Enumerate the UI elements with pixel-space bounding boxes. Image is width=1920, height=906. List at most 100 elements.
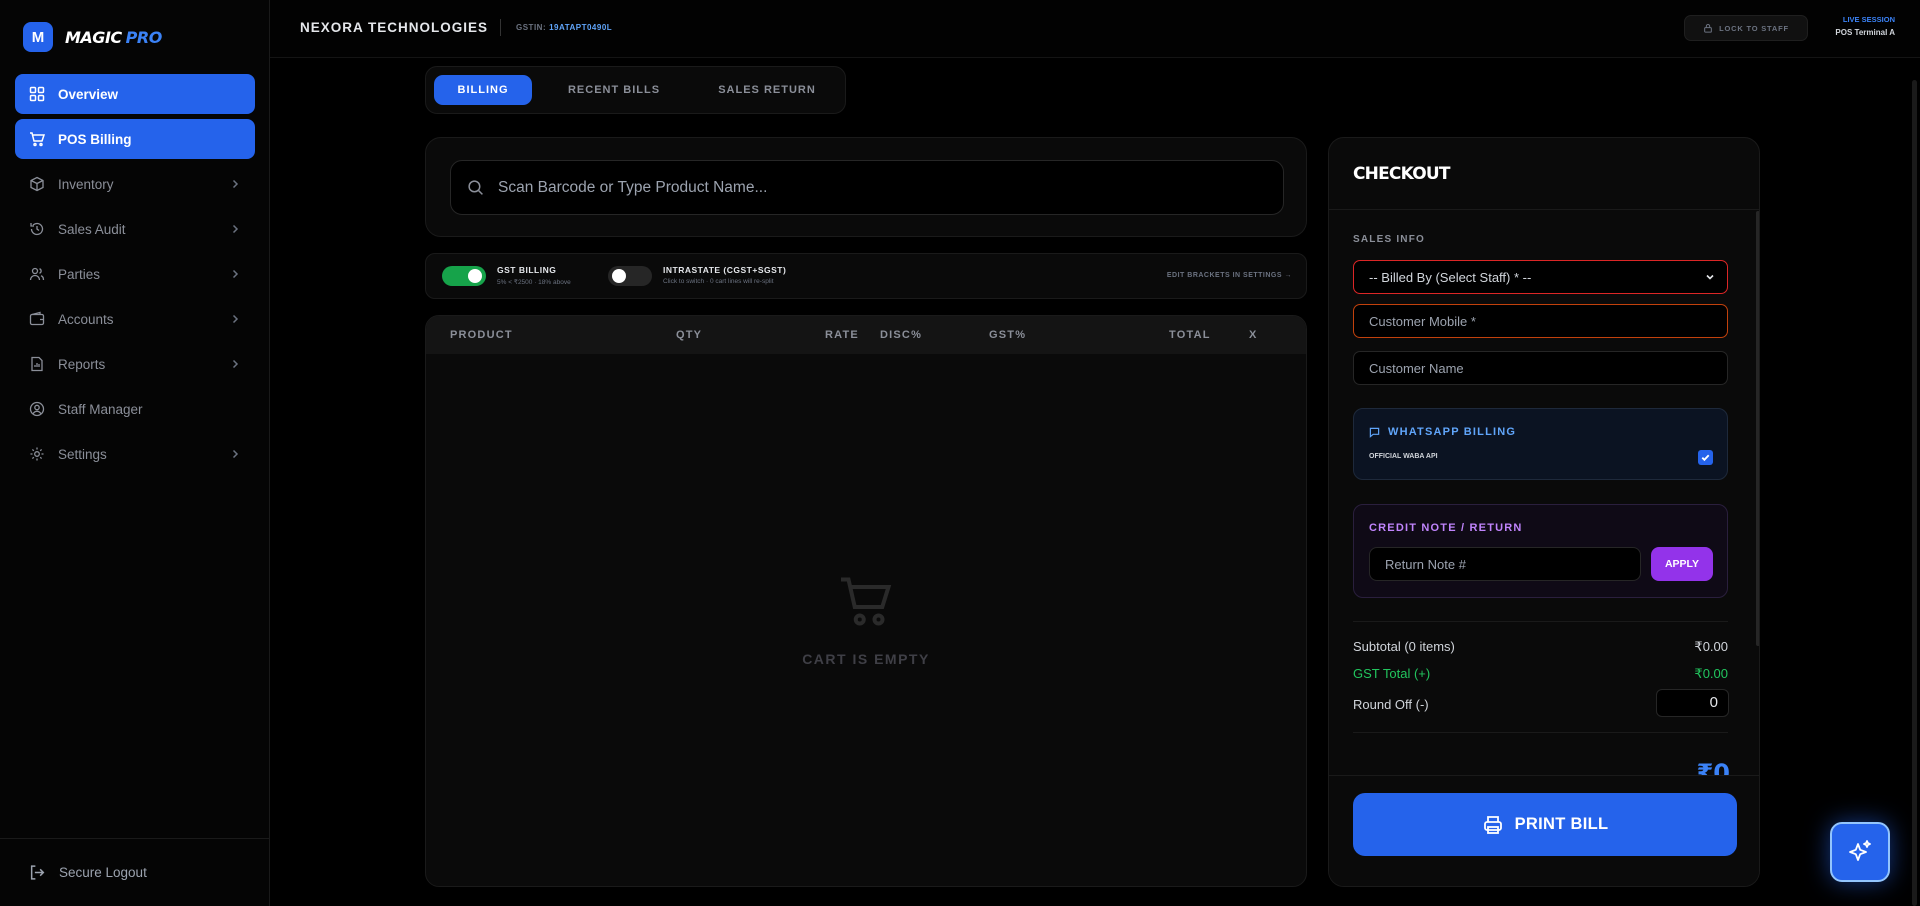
apply-button[interactable]: APPLY [1651, 547, 1713, 581]
print-bill-label: PRINT BILL [1514, 815, 1609, 833]
app-root: M MAGIC PRO Overview POS Billing Inventor… [0, 0, 1920, 906]
chevron-right-icon [232, 224, 239, 234]
sidebar: M MAGIC PRO Overview POS Billing Inventor… [0, 0, 270, 906]
checkout-scrollbar[interactable] [1756, 211, 1759, 646]
lock-to-staff-button[interactable]: LOCK TO STAFF [1684, 15, 1808, 41]
edit-brackets-link[interactable]: EDIT BRACKETS IN SETTINGS → [1167, 272, 1292, 279]
brand-name: MAGIC PRO [65, 28, 162, 47]
whatsapp-billing-label: WHATSAPP BILLING [1388, 426, 1517, 438]
product-search-input[interactable] [498, 178, 1278, 197]
tab-sales-return[interactable]: SALES RETURN [696, 75, 838, 105]
cart-header: PRODUCT QTY RATE DISC% GST% TOTAL X [426, 316, 1306, 354]
empty-cart-state: CART IS EMPTY [426, 572, 1306, 667]
secure-logout-button[interactable]: Secure Logout [0, 838, 270, 906]
chevron-right-icon [232, 269, 239, 279]
sidebar-item-label: Parties [58, 266, 101, 282]
whatsapp-billing-card: WHATSAPP BILLING OFFICIAL WABA API [1353, 408, 1728, 480]
sidebar-item-label: Sales Audit [58, 221, 126, 237]
page-scrollbar[interactable] [1912, 80, 1917, 906]
sidebar-item-label: Overview [58, 86, 119, 102]
printer-icon [1483, 815, 1502, 834]
whatsapp-billing-title: WHATSAPP BILLING [1369, 426, 1516, 438]
col-total: TOTAL [1169, 329, 1211, 341]
tab-billing[interactable]: BILLING [434, 75, 532, 105]
sidebar-item-label: Settings [58, 446, 107, 462]
customer-name-field[interactable]: Customer Name [1353, 351, 1728, 385]
secure-logout-label: Secure Logout [59, 865, 147, 880]
round-off-label: Round Off (-) [1353, 697, 1429, 712]
sparkles-icon [1849, 840, 1871, 861]
gstin-label: GSTIN: [516, 23, 547, 32]
whatsapp-billing-checkbox[interactable] [1698, 450, 1713, 465]
sidebar-item-overview[interactable]: Overview [15, 74, 255, 114]
credit-note-card: CREDIT NOTE / RETURN Return Note # APPLY [1353, 504, 1728, 598]
billed-by-select[interactable]: -- Billed By (Select Staff) * -- [1353, 260, 1728, 294]
history-icon [29, 221, 45, 237]
cart-icon [29, 131, 45, 147]
sidebar-item-label: POS Billing [58, 131, 132, 147]
billing-options-bar: GST BILLING 5% < ₹2500 · 18% above INTRA… [425, 253, 1307, 299]
print-bill-button[interactable]: PRINT BILL [1353, 793, 1737, 856]
sales-info-heading: SALES INFO [1353, 234, 1426, 245]
round-off-input[interactable]: 0 [1656, 689, 1729, 717]
col-remove: X [1249, 329, 1258, 341]
credit-note-title: CREDIT NOTE / RETURN [1369, 522, 1523, 534]
sidebar-item-reports[interactable]: Reports [15, 344, 255, 384]
sidebar-item-accounts[interactable]: Accounts [15, 299, 255, 339]
gst-billing-toggle[interactable] [442, 266, 486, 286]
sidebar-item-sales-audit[interactable]: Sales Audit [15, 209, 255, 249]
ai-assistant-button[interactable] [1830, 822, 1890, 882]
billing-tabs: BILLING RECENT BILLS SALES RETURN [425, 66, 846, 114]
sidebar-item-label: Accounts [58, 311, 114, 327]
sidebar-item-label: Staff Manager [58, 401, 143, 417]
empty-cart-icon [841, 577, 892, 626]
checkout-panel: CHECKOUT SALES INFO -- Billed By (Select… [1328, 137, 1760, 887]
gst-total-label: GST Total (+) [1353, 666, 1431, 681]
lock-to-staff-label: LOCK TO STAFF [1719, 23, 1789, 33]
gstin-value: 19ATAPT0490L [549, 23, 613, 32]
checkout-title: CHECKOUT [1353, 164, 1450, 184]
sidebar-item-label: Reports [58, 356, 106, 372]
box-icon [29, 176, 45, 192]
tab-recent-bills[interactable]: RECENT BILLS [542, 75, 686, 105]
checkout-footer: PRINT BILL [1329, 775, 1759, 886]
chevron-right-icon [232, 359, 239, 369]
toggle-knob [612, 269, 626, 283]
top-header: NEXORA TECHNOLOGIES GSTIN: 19ATAPT0490L L… [270, 0, 1920, 58]
gst-billing-subtitle: 5% < ₹2500 · 18% above [497, 279, 571, 286]
grid-icon [29, 86, 45, 102]
report-icon [29, 356, 45, 372]
brand[interactable]: M MAGIC PRO [23, 22, 162, 52]
subtotal-value: ₹0.00 [1694, 639, 1728, 654]
user-circle-icon [29, 401, 45, 417]
wallet-icon [29, 311, 45, 327]
return-note-field[interactable]: Return Note # [1369, 547, 1641, 581]
sidebar-item-parties[interactable]: Parties [15, 254, 255, 294]
billed-by-value: -- Billed By (Select Staff) * -- [1369, 269, 1532, 285]
chevron-right-icon [232, 314, 239, 324]
customer-mobile-field[interactable]: Customer Mobile * [1353, 304, 1728, 338]
sidebar-item-settings[interactable]: Settings [15, 434, 255, 474]
search-panel [425, 137, 1307, 237]
session-info: LIVE SESSION POS Terminal A [1823, 15, 1895, 37]
sidebar-item-pos-billing[interactable]: POS Billing [15, 119, 255, 159]
intrastate-toggle[interactable] [608, 266, 652, 286]
header-divider [500, 19, 501, 36]
col-product: PRODUCT [450, 329, 513, 341]
checkout-divider [1329, 209, 1759, 210]
company-name: NEXORA TECHNOLOGIES [300, 20, 489, 35]
col-disc: DISC% [880, 329, 923, 341]
users-icon [29, 266, 45, 282]
check-icon [1701, 454, 1710, 462]
search-icon [468, 180, 483, 195]
empty-cart-text: CART IS EMPTY [802, 651, 930, 667]
summary-divider [1353, 732, 1728, 733]
chevron-right-icon [232, 449, 239, 459]
intrastate-subtitle: Click to switch · 0 cart lines will re-s… [663, 278, 774, 285]
summary-divider [1353, 621, 1728, 622]
sidebar-item-inventory[interactable]: Inventory [15, 164, 255, 204]
col-rate: RATE [825, 329, 859, 341]
sidebar-item-staff-manager[interactable]: Staff Manager [15, 389, 255, 429]
col-gst: GST% [989, 329, 1027, 341]
message-icon [1369, 427, 1380, 438]
